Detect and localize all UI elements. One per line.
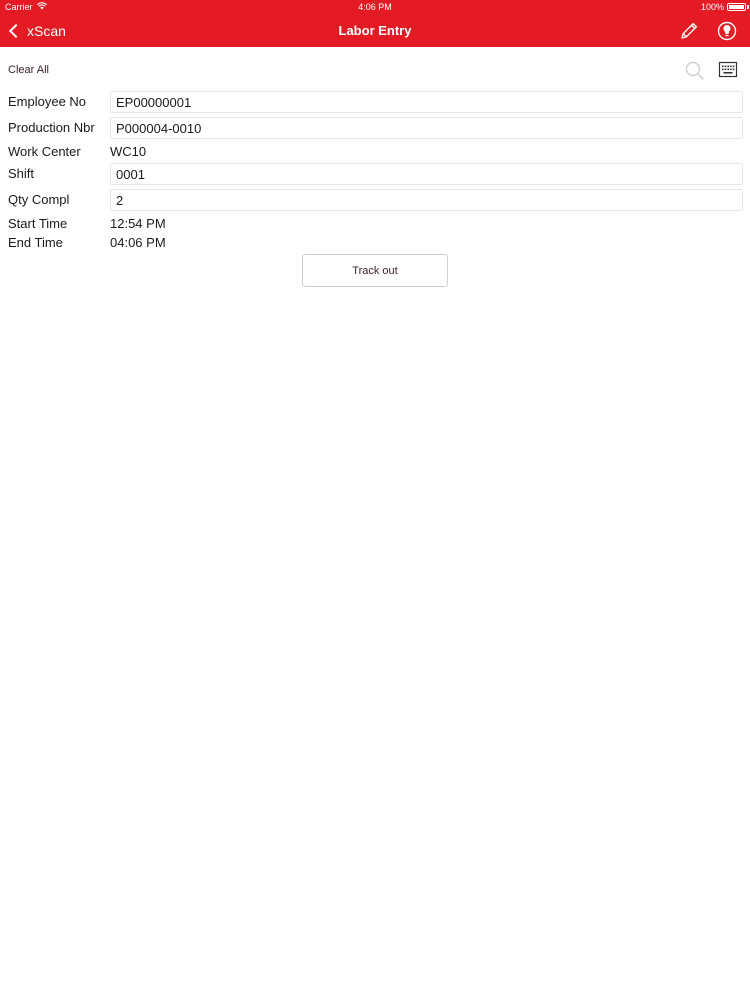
lightbulb-icon[interactable] <box>716 20 738 42</box>
shift-field[interactable] <box>110 163 743 185</box>
work-center-label: Work Center <box>8 144 81 159</box>
employee-no-label: Employee No <box>8 94 87 109</box>
battery-percent: 100% <box>700 2 724 12</box>
navigation-bar: xScan Labor Entry <box>0 14 750 47</box>
end-time-value: 04:06 PM <box>110 235 166 250</box>
work-center-value: WC10 <box>110 144 147 159</box>
search-icon[interactable] <box>684 60 706 82</box>
production-nbr-label: Production Nbr <box>8 120 95 135</box>
pencil-icon[interactable] <box>678 20 700 42</box>
shift-label: Shift <box>8 166 35 181</box>
start-time-label: Start Time <box>8 216 68 231</box>
chevron-left-icon <box>8 23 24 39</box>
track-out-button[interactable]: Track out <box>302 254 448 287</box>
back-button-label: xScan <box>27 23 66 39</box>
keyboard-icon[interactable] <box>718 60 738 80</box>
battery-tip <box>747 5 749 9</box>
page-title: Labor Entry <box>338 23 412 38</box>
battery-icon <box>727 3 746 11</box>
qty-compl-label: Qty Compl <box>8 192 70 207</box>
back-button[interactable]: xScan <box>6 20 66 42</box>
end-time-label: End Time <box>8 235 63 250</box>
employee-no-field[interactable] <box>110 91 743 113</box>
start-time-value: 12:54 PM <box>110 216 166 231</box>
status-time: 4:06 PM <box>358 2 392 12</box>
top-bar: Carrier 4:06 PM 100% xScan Labor Entry <box>0 0 750 47</box>
production-nbr-field[interactable] <box>110 117 743 139</box>
status-bar: Carrier 4:06 PM 100% <box>0 0 750 14</box>
clear-all-button[interactable]: Clear All <box>8 64 49 76</box>
qty-compl-field[interactable] <box>110 189 743 211</box>
